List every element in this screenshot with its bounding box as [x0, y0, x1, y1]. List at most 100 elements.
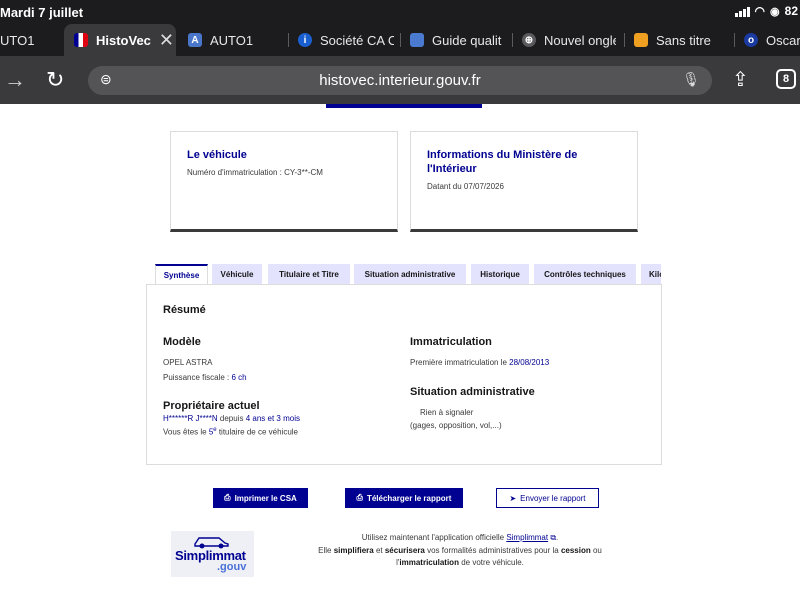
ministry-card-date: Datant du 07/07/2026	[427, 182, 504, 191]
web-page: Le véhicule Numéro d'immatriculation : C…	[0, 104, 800, 600]
promo-text: Elle	[318, 545, 334, 555]
tab-separator	[288, 33, 289, 47]
tab-label: Nouvel ongle	[544, 32, 616, 48]
auto1-favicon-icon: A	[188, 33, 202, 47]
address-url[interactable]: histovec.interieur.gouv.fr	[88, 72, 712, 89]
globe-icon: ⊕	[522, 33, 536, 47]
slides-favicon-icon	[410, 33, 424, 47]
browser-tab-histovec[interactable]: HistoVec ✕	[64, 24, 176, 56]
print-csa-button[interactable]: ⎙ Imprimer le CSA	[213, 488, 308, 508]
reload-icon[interactable]: ↻	[46, 68, 64, 92]
tab-kilometrage[interactable]: Kilo	[641, 264, 661, 284]
promo-bold: simplifiera	[333, 545, 374, 555]
promo-line-3: l'immatriculation de votre véhicule.	[300, 557, 620, 570]
address-bar[interactable]: ⊜ histovec.interieur.gouv.fr 🎙	[88, 66, 712, 95]
browser-tab-bar: UTO1 HistoVec ✕ A AUTO1 i Société CA C G…	[0, 24, 800, 56]
simplimmat-link[interactable]: Simplimmat	[506, 533, 548, 542]
status-date: Mardi 7 juillet	[0, 5, 84, 20]
model-heading: Modèle	[163, 336, 201, 348]
promo-text: vos formalités administratives pour la	[424, 545, 561, 555]
promo-text: de votre véhicule.	[458, 558, 524, 567]
first-registration-date: 28/08/2013	[509, 358, 550, 367]
fiscal-power: Puissance fiscale : 6 ch	[163, 373, 247, 382]
promo-text: Utilisez maintenant l'application offici…	[361, 533, 507, 542]
owner-rank-suffix: titulaire de ce véhicule	[216, 427, 298, 437]
tab-titulaire[interactable]: Titulaire et Titre	[268, 264, 350, 284]
summary-heading: Résumé	[163, 304, 206, 316]
simplimmat-logo[interactable]: Simplimmat .gouv	[171, 531, 254, 577]
first-registration-label: Première immatriculation le	[410, 358, 510, 367]
model-value: OPEL ASTRA	[163, 358, 213, 367]
browser-tab-auto1-prev[interactable]: UTO1	[0, 24, 60, 56]
promo-line-1: Utilisez maintenant l'application offici…	[300, 532, 620, 545]
tab-separator	[624, 33, 625, 47]
browser-tab-sans-titre[interactable]: Sans titre	[624, 24, 730, 56]
forward-arrow-icon[interactable]: →	[4, 68, 26, 92]
fiscal-power-label: Puissance fiscale :	[163, 373, 232, 382]
browser-toolbar: → ↻ ⊜ histovec.interieur.gouv.fr 🎙 ⇪ 8	[0, 56, 800, 104]
promo-line-2: Elle simplifiera et sécurisera vos forma…	[300, 545, 620, 558]
status-indicators: ◠ ◉ 82	[734, 4, 798, 18]
simplimmat-promo: Utilisez maintenant l'application offici…	[300, 532, 620, 570]
admin-status: Rien à signaler	[420, 408, 474, 417]
battery-percent: 82	[784, 4, 798, 18]
oscar-favicon-icon: o	[744, 33, 758, 47]
signal-icon	[734, 6, 750, 17]
tab-label: HistoVec	[96, 32, 151, 48]
admin-status-detail: (gages, opposition, vol,...)	[410, 421, 502, 430]
tab-separator	[734, 33, 735, 47]
tab-separator	[512, 33, 513, 47]
location-icon: ◉	[770, 5, 780, 18]
send-report-label: Envoyer le rapport	[520, 493, 586, 503]
print-csa-label: Imprimer le CSA	[234, 493, 297, 503]
close-tab-icon[interactable]: ✕	[159, 30, 174, 51]
registration-heading: Immatriculation	[410, 336, 492, 348]
promo-text: ou	[590, 545, 602, 555]
tab-situation-administrative[interactable]: Situation administrative	[354, 264, 466, 284]
promo-text: .	[556, 533, 559, 542]
wifi-icon: ◠	[754, 4, 766, 18]
admin-situation-heading: Situation administrative	[410, 386, 535, 398]
owner-since-value: 4 ans et 3 mois	[245, 414, 300, 423]
header-accent-bar	[326, 104, 482, 108]
tab-vehicule[interactable]: Véhicule	[212, 264, 262, 284]
printer-icon: ⎙	[356, 493, 363, 502]
tab-historique[interactable]: Historique	[471, 264, 529, 284]
tab-label: Sans titre	[656, 32, 711, 48]
vehicle-card-plate: Numéro d'immatriculation : CY-3**-CM	[187, 168, 323, 177]
promo-bold: sécurisera	[384, 545, 425, 555]
promo-bold: immatriculation	[399, 558, 459, 567]
car-icon	[194, 537, 229, 549]
tab-controles-techniques[interactable]: Contrôles techniques	[534, 264, 636, 284]
owner-rank-line: Vous êtes le 5e titulaire de ce véhicule	[163, 427, 298, 437]
browser-tab-guide[interactable]: Guide qualit	[400, 24, 504, 56]
owner-heading: Propriétaire actuel	[163, 400, 260, 412]
browser-tab-auto1[interactable]: A AUTO1	[186, 24, 284, 56]
browser-tab-societe[interactable]: i Société CA C	[288, 24, 394, 56]
download-report-button[interactable]: ⎙ Télécharger le rapport	[345, 488, 463, 508]
summary-panel: Résumé Modèle OPEL ASTRA Puissance fisca…	[146, 284, 662, 465]
tab-label: Société CA C	[320, 32, 394, 48]
first-registration: Première immatriculation le 28/08/2013	[410, 358, 549, 367]
promo-text: et	[373, 545, 385, 555]
tab-separator	[400, 33, 401, 47]
document-favicon-icon	[634, 33, 648, 47]
tab-label: Guide qualit	[432, 32, 502, 48]
microphone-icon[interactable]: 🎙	[682, 71, 700, 88]
ministry-card: Informations du Ministère de l'Intérieur…	[410, 131, 638, 232]
french-flag-icon	[74, 33, 88, 47]
owner-since-label: depuis	[217, 414, 246, 423]
download-report-label: Télécharger le rapport	[366, 493, 452, 503]
browser-tab-nouvel-onglet[interactable]: ⊕ Nouvel ongle	[512, 24, 616, 56]
tab-synthese[interactable]: Synthèse	[155, 264, 208, 284]
send-report-button[interactable]: ➤ Envoyer le rapport	[496, 488, 599, 508]
owner-rank-prefix: Vous êtes le	[163, 427, 209, 437]
tab-label: AUTO1	[210, 32, 254, 48]
share-icon[interactable]: ⇪	[732, 68, 749, 92]
browser-tab-oscar[interactable]: o Oscar	[734, 24, 800, 56]
promo-bold: cession	[560, 545, 591, 555]
tab-count-button[interactable]: 8	[776, 69, 796, 89]
owner-name: H******R J****N	[163, 414, 218, 423]
tab-label: UTO1	[0, 32, 35, 48]
logo-suffix: .gouv	[217, 561, 247, 573]
